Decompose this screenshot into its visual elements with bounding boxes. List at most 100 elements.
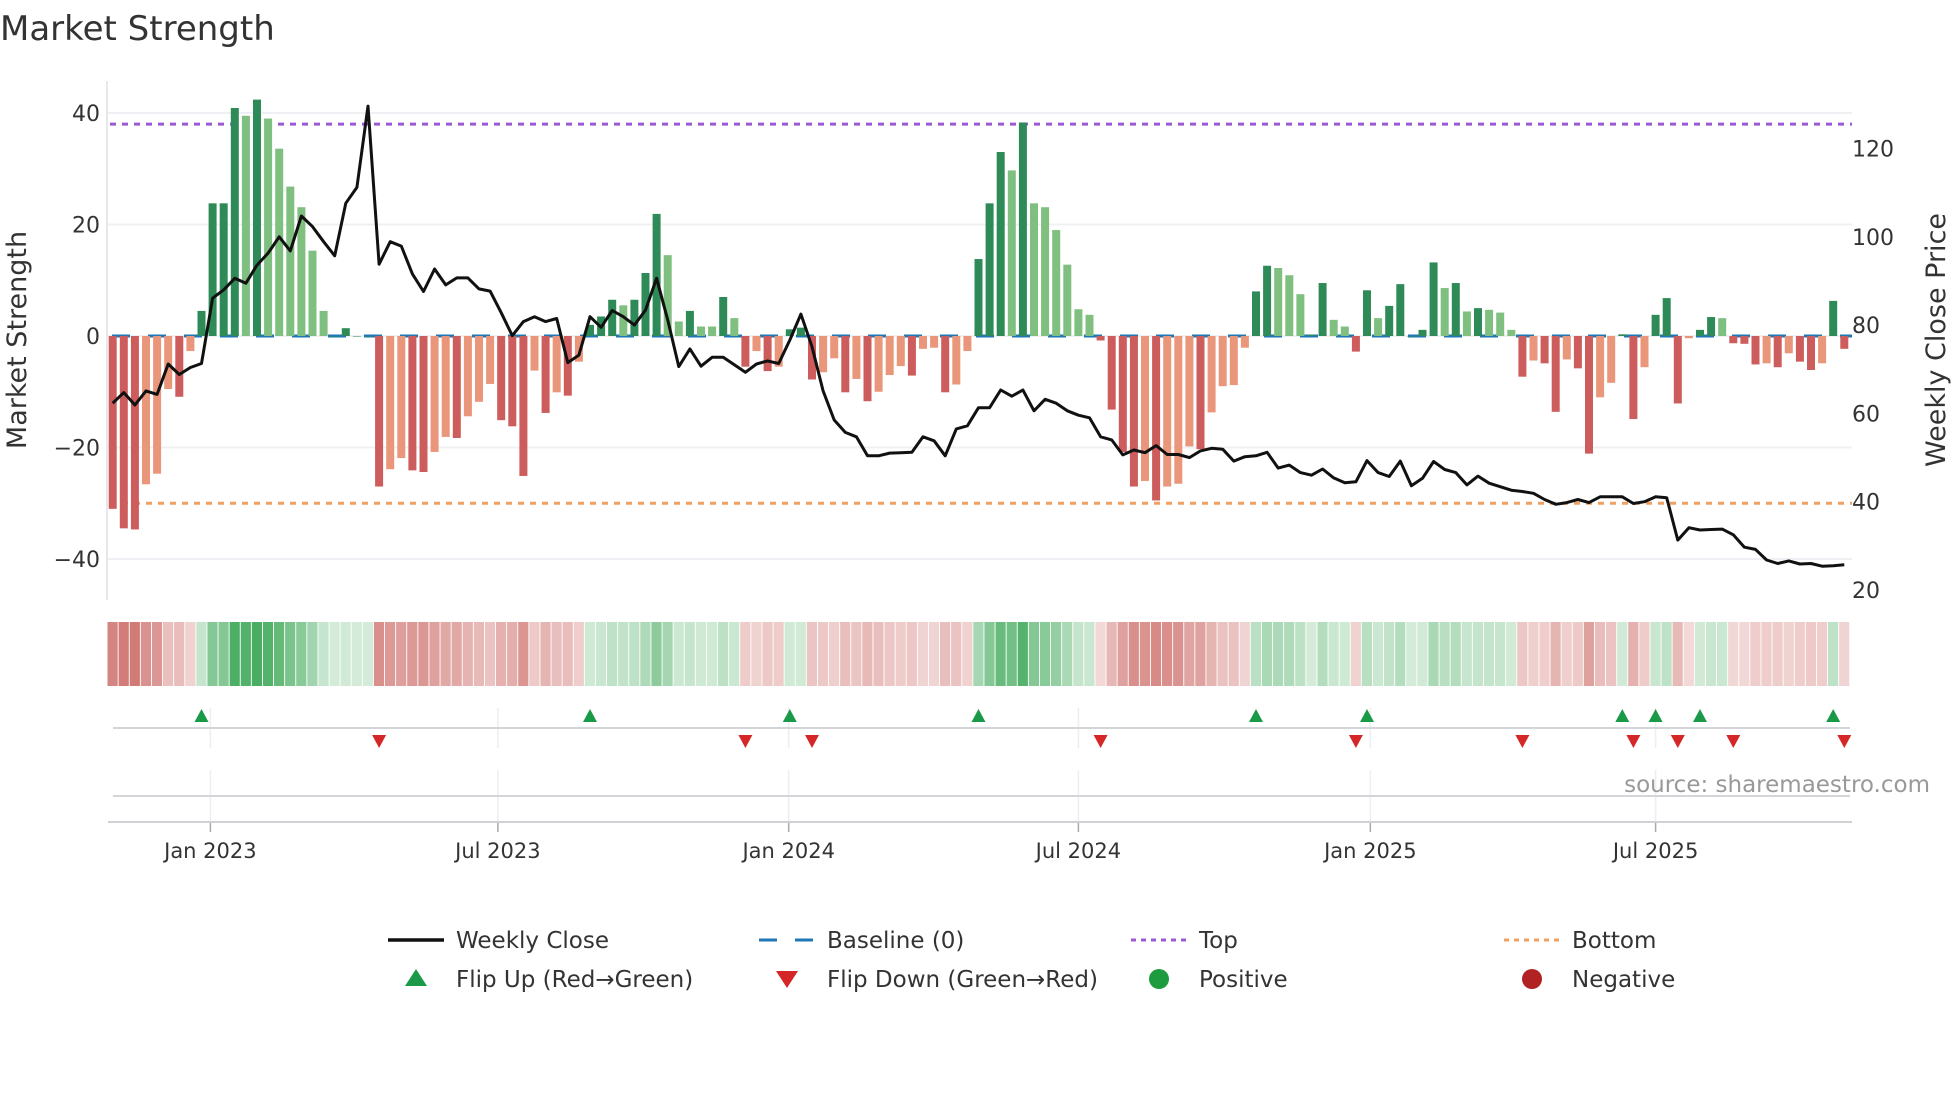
legend-label: Bottom xyxy=(1572,928,1656,954)
strip-cell xyxy=(718,622,729,686)
strength-bar xyxy=(1640,336,1649,368)
strength-bar xyxy=(1474,308,1482,336)
strip-cell xyxy=(906,622,917,686)
strip-cell xyxy=(251,622,262,686)
y-tick-label: −20 xyxy=(54,437,100,462)
strength-bar xyxy=(419,336,428,473)
strip-cell xyxy=(806,622,817,686)
strength-bar xyxy=(1662,298,1671,336)
strip-cell xyxy=(1317,622,1328,686)
strip-cell xyxy=(1461,622,1472,686)
strip-cell xyxy=(629,622,640,686)
strip-cell xyxy=(174,622,185,686)
strength-bar xyxy=(1762,336,1771,364)
strip-cell xyxy=(1683,622,1694,686)
strip-cell xyxy=(1539,622,1550,686)
strip-cell xyxy=(1361,622,1372,686)
strip-cell xyxy=(318,622,329,686)
strength-bar xyxy=(985,203,994,336)
strip-cell xyxy=(373,622,385,686)
strength-bar xyxy=(408,336,417,471)
y2-tick-label: 60 xyxy=(1852,402,1880,427)
strength-bar xyxy=(1518,336,1527,377)
strength-bar xyxy=(1030,203,1038,336)
strip-cell xyxy=(418,622,429,686)
strip-cell xyxy=(473,622,484,686)
strip-cell xyxy=(817,622,829,686)
strength-bar xyxy=(896,336,905,367)
strength-bar xyxy=(341,328,350,336)
strength-bar xyxy=(1229,336,1238,386)
strength-bar xyxy=(463,336,472,417)
strength-bar xyxy=(741,336,750,367)
strip-cell xyxy=(928,622,940,686)
strip-cell xyxy=(1028,622,1039,686)
strip-cell xyxy=(462,622,473,686)
strength-bar xyxy=(541,336,550,413)
strength-bar xyxy=(1418,329,1427,336)
strength-bar xyxy=(1540,336,1549,364)
strip-cell xyxy=(1528,622,1539,686)
strength-bar xyxy=(1041,207,1050,336)
strip-cell xyxy=(995,622,1006,686)
strip-cell xyxy=(274,622,285,686)
strip-cell xyxy=(584,622,595,686)
strip-cell xyxy=(1650,622,1661,686)
strip-cell xyxy=(518,622,529,686)
strip-cell xyxy=(1839,622,1850,686)
strength-bar xyxy=(552,336,561,393)
strength-bar xyxy=(519,336,528,476)
strip-cell xyxy=(362,622,373,686)
strength-bar xyxy=(974,259,983,336)
strip-cell xyxy=(1395,622,1406,686)
strip-cell xyxy=(1117,622,1128,686)
source-credit: source: sharemaestro.com xyxy=(1624,772,1930,798)
strip-cell xyxy=(1639,622,1650,686)
strip-cell xyxy=(1761,622,1772,686)
strip-cell xyxy=(429,622,440,686)
strength-bar xyxy=(930,336,939,348)
circle-icon xyxy=(1149,969,1169,989)
strength-bar xyxy=(219,203,228,336)
strip-cell xyxy=(1128,622,1139,686)
strength-bar xyxy=(1351,336,1360,352)
strip-cell xyxy=(1750,622,1761,686)
strip-cell xyxy=(706,622,718,686)
x-tick-label: Jul 2025 xyxy=(1611,839,1698,863)
strength-bar xyxy=(1629,336,1638,420)
y-axis-label: Market Strength xyxy=(2,231,33,449)
strength-bar xyxy=(153,336,162,474)
strength-bar xyxy=(1396,284,1405,336)
strength-bar xyxy=(941,336,950,393)
strip-cell xyxy=(1084,622,1095,686)
strip-cell xyxy=(762,622,773,686)
strip-cell xyxy=(1295,622,1306,686)
strip-cell xyxy=(1273,622,1284,686)
y2-axis-label: Weekly Close Price xyxy=(1921,213,1952,467)
strip-cell xyxy=(840,622,851,686)
strength-bar xyxy=(286,186,295,336)
strip-cell xyxy=(740,622,751,686)
strip-cell xyxy=(1250,622,1261,686)
strip-cell xyxy=(1095,622,1106,686)
x-tick-label: Jul 2023 xyxy=(453,839,540,863)
strength-bar xyxy=(1185,336,1194,447)
strip-cell xyxy=(240,622,251,686)
strip-cell xyxy=(1617,622,1628,686)
strip-cell xyxy=(1495,622,1506,686)
strip-cell xyxy=(1073,622,1084,686)
strip-cell xyxy=(851,622,862,686)
strength-bar xyxy=(241,115,250,336)
strip-cell xyxy=(1472,622,1483,686)
strip-cell xyxy=(1794,622,1805,686)
strip-cell xyxy=(540,622,551,686)
strength-bar xyxy=(685,310,694,336)
strip-cell xyxy=(695,622,706,686)
strength-bar xyxy=(530,336,539,371)
strip-cell xyxy=(1162,622,1173,686)
strength-bar xyxy=(1596,336,1605,398)
strength-bar xyxy=(1673,336,1682,404)
strength-bar xyxy=(1385,305,1394,336)
strength-bar xyxy=(175,336,184,397)
strength-bar xyxy=(1329,319,1338,336)
